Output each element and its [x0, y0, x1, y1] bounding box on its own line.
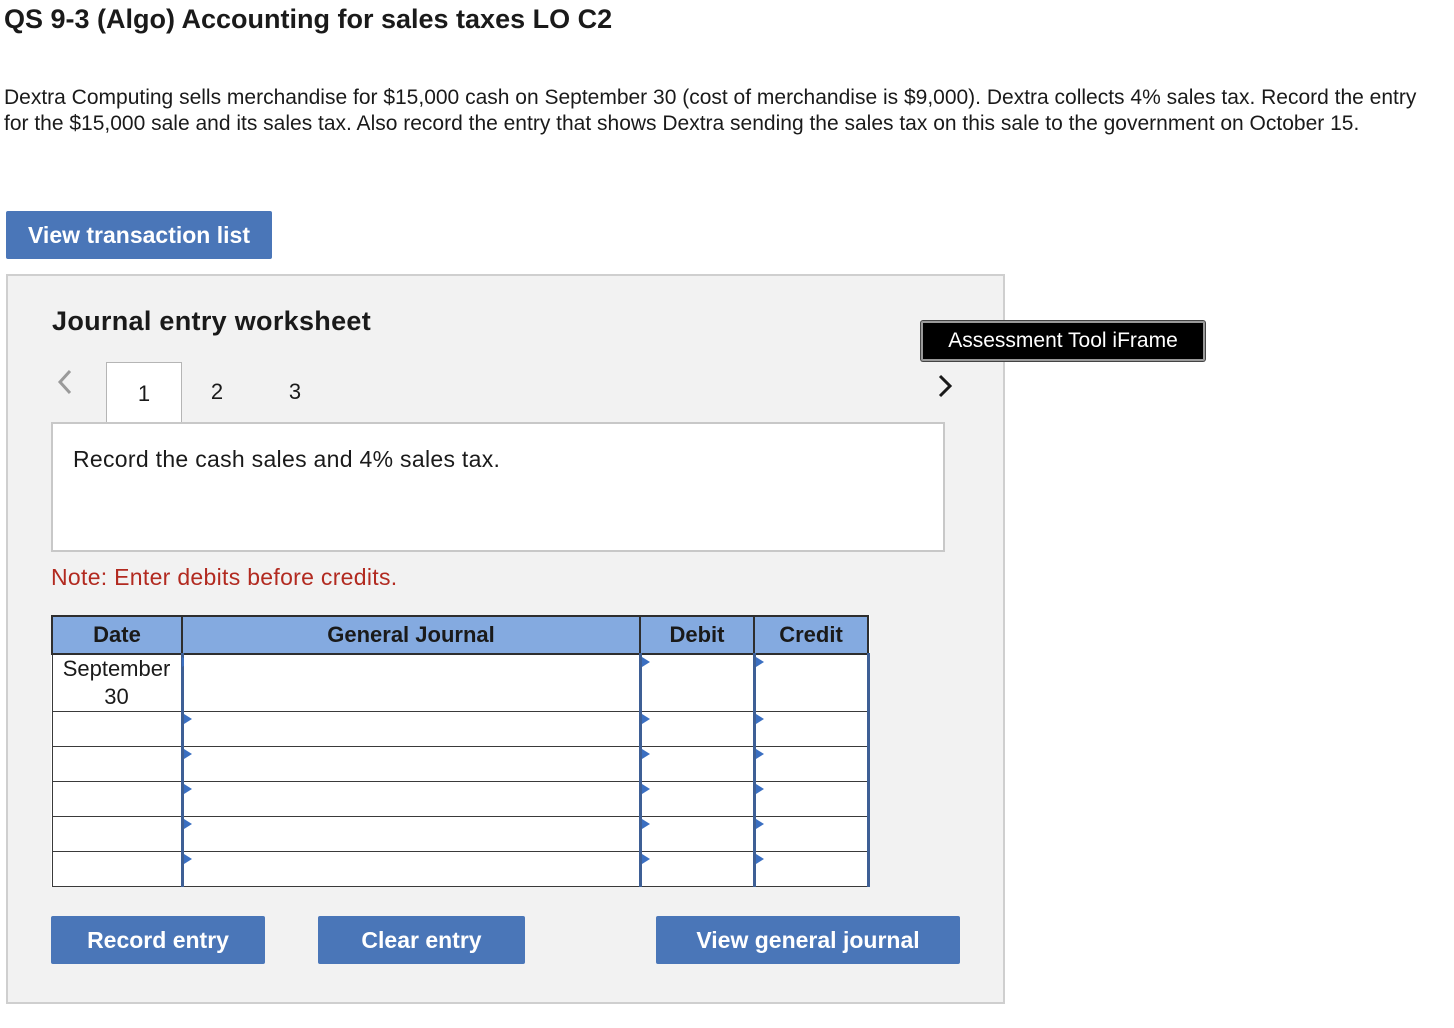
triangle-right-icon — [755, 749, 764, 759]
debit-credit-note: Note: Enter debits before credits. — [51, 564, 398, 590]
account-input[interactable] — [180, 816, 642, 852]
triangle-right-icon — [183, 714, 192, 724]
triangle-right-icon — [755, 784, 764, 794]
date-day: 30 — [104, 684, 129, 709]
chevron-right-icon — [938, 374, 953, 398]
debit-input[interactable] — [638, 746, 756, 782]
triangle-right-icon — [641, 819, 650, 829]
record-entry-button[interactable]: Record entry — [51, 916, 265, 964]
view-transaction-list-button[interactable]: View transaction list — [6, 211, 272, 259]
date-cell[interactable] — [51, 851, 183, 887]
tab-entry-3[interactable]: 3 — [266, 362, 324, 422]
date-cell[interactable] — [51, 746, 183, 782]
debit-input[interactable] — [638, 781, 756, 817]
journal-table: Date General Journal Debit Credit Septem… — [51, 615, 870, 887]
triangle-right-icon — [183, 784, 192, 794]
credit-input[interactable] — [752, 816, 870, 852]
question-title: QS 9-3 (Algo) Accounting for sales taxes… — [4, 4, 613, 34]
table-row — [51, 781, 870, 817]
credit-input[interactable] — [752, 711, 870, 747]
debit-input[interactable] — [638, 653, 756, 712]
triangle-right-icon — [183, 749, 192, 759]
journal-entry-worksheet-panel: Journal entry worksheet Assessment Tool … — [6, 274, 1205, 1004]
date-cell[interactable] — [51, 781, 183, 817]
next-entry-button[interactable] — [930, 368, 960, 404]
problem-text: Dextra Computing sells merchandise for $… — [4, 86, 1417, 135]
date-column-header: Date — [51, 615, 183, 655]
chevron-left-icon — [57, 369, 72, 395]
table-row — [51, 816, 870, 852]
general-journal-column-header: General Journal — [181, 615, 641, 655]
debit-input[interactable] — [638, 851, 756, 887]
table-row — [51, 851, 870, 887]
triangle-right-icon — [183, 819, 192, 829]
triangle-right-icon — [641, 749, 650, 759]
account-input[interactable] — [180, 653, 642, 712]
instruction-box: Record the cash sales and 4% sales tax. — [51, 422, 945, 552]
worksheet-title: Journal entry worksheet — [52, 306, 371, 336]
date-cell[interactable] — [51, 816, 183, 852]
credit-column-header: Credit — [753, 615, 869, 655]
date-month: September — [62, 656, 171, 681]
account-input[interactable] — [180, 711, 642, 747]
table-row — [51, 746, 870, 782]
triangle-right-icon — [755, 657, 764, 667]
tab-entry-2[interactable]: 2 — [188, 362, 246, 422]
table-row — [51, 711, 870, 747]
credit-input[interactable] — [752, 746, 870, 782]
triangle-right-icon — [641, 714, 650, 724]
credit-input[interactable] — [752, 781, 870, 817]
date-cell[interactable] — [51, 711, 183, 747]
triangle-right-icon — [183, 854, 192, 864]
debit-input[interactable] — [638, 816, 756, 852]
clear-entry-button[interactable]: Clear entry — [318, 916, 525, 964]
debit-input[interactable] — [638, 711, 756, 747]
table-row: September 30 — [51, 653, 870, 712]
account-input[interactable] — [180, 746, 642, 782]
account-input[interactable] — [180, 781, 642, 817]
triangle-right-icon — [755, 819, 764, 829]
date-cell[interactable]: September 30 — [51, 653, 190, 712]
tab-entry-1[interactable]: 1 — [106, 362, 182, 425]
triangle-right-icon — [755, 854, 764, 864]
triangle-right-icon — [755, 714, 764, 724]
triangle-right-icon — [641, 854, 650, 864]
prev-entry-button[interactable] — [50, 364, 80, 400]
triangle-right-icon — [641, 657, 650, 667]
credit-input[interactable] — [752, 653, 870, 712]
account-input[interactable] — [180, 851, 642, 887]
instruction-text: Record the cash sales and 4% sales tax. — [73, 446, 501, 472]
credit-input[interactable] — [752, 851, 870, 887]
triangle-right-icon — [641, 784, 650, 794]
view-general-journal-button[interactable]: View general journal — [656, 916, 960, 964]
assessment-tool-iframe-label: Assessment Tool iFrame — [921, 321, 1205, 361]
debit-column-header: Debit — [639, 615, 755, 655]
